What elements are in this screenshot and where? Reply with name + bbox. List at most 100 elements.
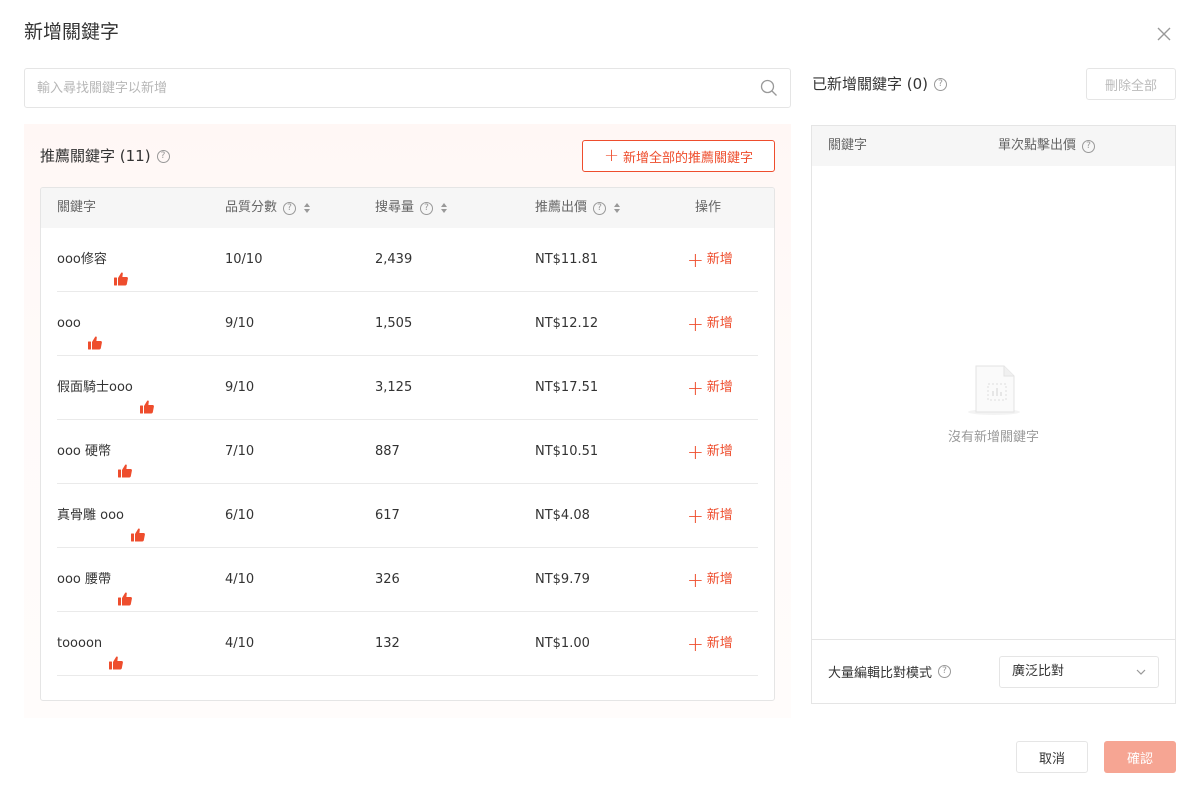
help-icon[interactable]: ?	[593, 201, 607, 215]
thumbs-up-icon	[87, 316, 103, 350]
add-keyword-label: 新增	[706, 508, 733, 523]
column-quality[interactable]: 品質分數 ?	[225, 188, 311, 228]
thumbs-up-icon	[117, 444, 133, 478]
search-volume-cell: 326	[375, 572, 400, 587]
keyword-text: toooon	[57, 636, 103, 651]
plus-icon: +	[687, 312, 704, 336]
column-action-label: 操作	[695, 200, 722, 215]
add-keyword-button[interactable]: + 新增	[687, 292, 733, 356]
column-keyword: 關鍵字	[57, 188, 96, 228]
added-column-bid: 單次點擊出價 ?	[998, 126, 1096, 166]
add-keyword-button[interactable]: + 新增	[687, 612, 733, 676]
thumbs-up-icon	[130, 508, 146, 542]
sort-icon[interactable]	[304, 203, 311, 213]
add-all-recommended-button[interactable]: + 新增全部的推薦關鍵字	[582, 140, 775, 172]
add-keyword-label: 新增	[706, 316, 733, 331]
keyword-cell: ooo 腰帶	[57, 548, 133, 612]
help-icon[interactable]: ?	[420, 201, 434, 215]
plus-icon: +	[687, 376, 704, 400]
add-keyword-label: 新增	[706, 636, 733, 651]
keyword-cell: ooo修容	[57, 228, 129, 292]
suggested-bid-cell: NT$4.08	[535, 508, 590, 523]
column-bid[interactable]: 推薦出價 ?	[535, 188, 621, 228]
table-row: 假面騎士ooo 9/10 3,125 NT$17.51 + 新增	[57, 356, 758, 420]
search-volume-cell: 887	[375, 444, 400, 459]
keyword-text: 假面騎士ooo	[57, 380, 133, 395]
sort-icon[interactable]	[614, 203, 621, 213]
chevron-down-icon	[1136, 669, 1146, 675]
bulk-edit-label: 大量編輯比對模式 ?	[828, 662, 952, 681]
help-icon[interactable]: ?	[934, 77, 948, 91]
plus-icon: +	[687, 248, 704, 272]
help-icon[interactable]: ?	[283, 201, 297, 215]
recommended-title: 推薦關鍵字 (11) ?	[40, 146, 170, 166]
table-row: ooo 腰帶 4/10 326 NT$9.79 + 新增	[57, 548, 758, 612]
help-icon[interactable]: ?	[1082, 139, 1096, 153]
bulk-edit-section: 大量編輯比對模式 ? 廣泛比對	[812, 639, 1175, 703]
quality-score-cell: 6/10	[225, 508, 255, 523]
empty-state-text: 沒有新增關鍵字	[947, 430, 1039, 445]
suggested-bid-cell: NT$1.00	[535, 636, 590, 651]
plus-icon: +	[687, 440, 704, 464]
add-all-label: 新增全部的推薦關鍵字	[623, 150, 754, 166]
add-keyword-button[interactable]: + 新增	[687, 484, 733, 548]
search-volume-cell: 2,439	[375, 252, 413, 267]
add-keyword-dialog: 新增關鍵字 推薦關鍵字 (11) ? + 新增全部的推薦關鍵字 關鍵字 品質分	[0, 0, 1200, 796]
suggested-bid-cell: NT$17.51	[535, 380, 599, 395]
help-icon[interactable]: ?	[938, 665, 952, 678]
added-table-header: 關鍵字 單次點擊出價 ?	[812, 126, 1175, 166]
add-keyword-button[interactable]: + 新增	[687, 420, 733, 484]
suggested-bid-cell: NT$11.81	[535, 252, 599, 267]
keyword-text: ooo修容	[57, 252, 107, 267]
quality-score-cell: 9/10	[225, 316, 255, 331]
column-volume[interactable]: 搜尋量 ?	[375, 188, 448, 228]
added-column-keyword-label: 關鍵字	[828, 138, 868, 153]
keyword-text: 真骨雕 ooo	[57, 508, 124, 523]
thumbs-up-icon	[117, 572, 133, 606]
quality-score-cell: 4/10	[225, 636, 255, 651]
add-keyword-label: 新增	[706, 444, 733, 459]
keyword-text: ooo 腰帶	[57, 572, 111, 587]
help-icon[interactable]: ?	[156, 149, 170, 163]
cancel-button[interactable]: 取消	[1016, 741, 1088, 773]
plus-icon: +	[603, 145, 620, 166]
empty-state: 沒有新增關鍵字	[812, 362, 1175, 445]
add-keyword-button[interactable]: + 新增	[687, 356, 733, 420]
quality-score-cell: 9/10	[225, 380, 255, 395]
added-column-bid-label: 單次點擊出價	[998, 138, 1077, 153]
search-volume-cell: 617	[375, 508, 400, 523]
table-row: ooo 硬幣 7/10 887 NT$10.51 + 新增	[57, 420, 758, 484]
recommended-table: 關鍵字 品質分數 ? 搜尋量 ? 推薦出價 ? 操作 ooo修容 10/10 2…	[40, 187, 775, 701]
add-keyword-button[interactable]: + 新增	[687, 228, 733, 292]
close-icon[interactable]	[1154, 24, 1174, 44]
add-keyword-label: 新增	[706, 380, 733, 395]
added-keywords-table: 關鍵字 單次點擊出價 ? 沒有新增關鍵字 大量編輯比對模式 ? 廣泛比對	[811, 125, 1176, 704]
match-mode-select[interactable]: 廣泛比對	[999, 656, 1159, 688]
plus-icon: +	[687, 504, 704, 528]
add-keyword-button[interactable]: + 新增	[687, 548, 733, 612]
quality-score-cell: 10/10	[225, 252, 263, 267]
delete-all-button[interactable]: 刪除全部	[1086, 68, 1176, 100]
table-row: ooo 9/10 1,505 NT$12.12 + 新增	[57, 292, 758, 356]
keyword-search-box	[24, 68, 791, 108]
keyword-text: ooo 硬幣	[57, 444, 111, 459]
search-icon[interactable]	[760, 79, 778, 97]
match-mode-value: 廣泛比對	[1012, 664, 1065, 679]
table-row: 真骨雕 ooo 6/10 617 NT$4.08 + 新增	[57, 484, 758, 548]
keyword-cell: toooon	[57, 612, 124, 676]
keyword-cell: ooo	[57, 292, 103, 356]
confirm-button[interactable]: 確認	[1104, 741, 1176, 773]
keyword-search-input[interactable]	[25, 69, 725, 107]
quality-score-cell: 7/10	[225, 444, 255, 459]
suggested-bid-cell: NT$9.79	[535, 572, 590, 587]
table-header: 關鍵字 品質分數 ? 搜尋量 ? 推薦出價 ? 操作	[41, 188, 774, 228]
recommended-keywords-panel: 推薦關鍵字 (11) ? + 新增全部的推薦關鍵字 關鍵字 品質分數 ? 搜尋量…	[24, 124, 791, 718]
empty-file-icon	[967, 365, 1020, 415]
keyword-cell: 假面騎士ooo	[57, 356, 155, 420]
suggested-bid-cell: NT$12.12	[535, 316, 599, 331]
add-keyword-label: 新增	[706, 572, 733, 587]
column-quality-label: 品質分數	[225, 200, 278, 215]
table-row: ooo修容 10/10 2,439 NT$11.81 + 新增	[57, 228, 758, 292]
sort-icon[interactable]	[441, 203, 448, 213]
bulk-edit-label-text: 大量編輯比對模式	[828, 666, 933, 681]
